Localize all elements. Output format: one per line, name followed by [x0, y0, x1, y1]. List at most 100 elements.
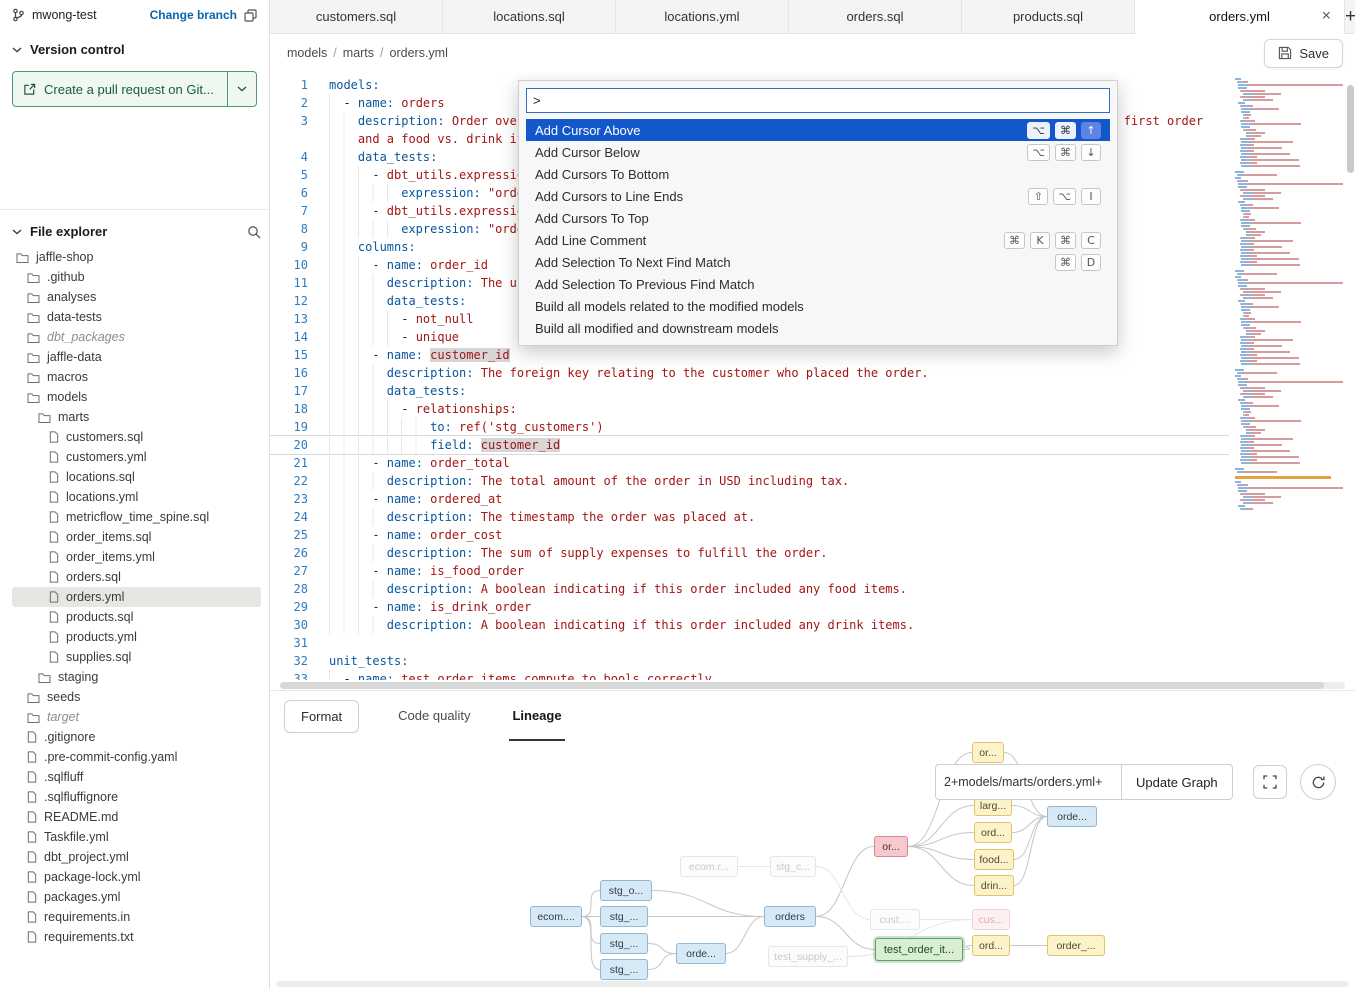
code-line[interactable]: 25- name: order_cost	[270, 526, 1229, 544]
new-tab-button[interactable]: +	[1345, 0, 1355, 33]
tree-folder-jaffle-data[interactable]: jaffle-data	[12, 347, 261, 367]
tree-file-customers.sql[interactable]: customers.sql	[12, 427, 261, 447]
lineage-selector-input[interactable]	[935, 764, 1121, 800]
tree-file-README.md[interactable]: README.md	[12, 807, 261, 827]
close-tab-icon[interactable]: ×	[1322, 7, 1331, 25]
tree-file-customers.yml[interactable]: customers.yml	[12, 447, 261, 467]
lineage-node-ordy[interactable]: order_...	[1047, 935, 1105, 956]
lineage-canvas[interactable]: or...larg...ord...food...drin...orde...o…	[270, 741, 1355, 989]
tree-folder-analyses[interactable]: analyses	[12, 287, 261, 307]
lineage-node-orders[interactable]: orders	[764, 906, 816, 927]
lineage-node-tord[interactable]: test_order_it...	[875, 938, 963, 961]
tab-code-quality[interactable]: Code quality	[395, 691, 473, 741]
tab-lineage[interactable]: Lineage	[509, 691, 564, 741]
lineage-node-stg_1[interactable]: stg_...	[600, 906, 648, 927]
tree-folder-seeds[interactable]: seeds	[12, 687, 261, 707]
lineage-node-or_top[interactable]: or...	[972, 742, 1004, 763]
code-line[interactable]: 31	[270, 634, 1229, 652]
lineage-node-ecom_r[interactable]: ecom.r...	[680, 856, 738, 877]
palette-item[interactable]: Build all modified and downstream models	[526, 317, 1110, 339]
create-pr-dropdown-button[interactable]	[227, 72, 256, 106]
tree-file-products.yml[interactable]: products.yml	[12, 627, 261, 647]
tree-folder-models[interactable]: models	[12, 387, 261, 407]
save-button[interactable]: Save	[1264, 39, 1343, 68]
editor-tab-customers.sql[interactable]: customers.sql	[270, 0, 443, 33]
palette-item[interactable]: Add Cursor Above⌥⌘↑	[526, 119, 1110, 141]
code-line[interactable]: 27- name: is_food_order	[270, 562, 1229, 580]
horizontal-scrollbar[interactable]	[280, 682, 1345, 689]
lineage-node-ecom[interactable]: ecom....	[530, 906, 582, 927]
editor-tab-orders.yml[interactable]: orders.yml×	[1135, 0, 1345, 34]
palette-item[interactable]: Add Cursors To Top	[526, 207, 1110, 229]
lineage-node-orde_b[interactable]: orde...	[676, 943, 726, 964]
tree-folder-marts[interactable]: marts	[12, 407, 261, 427]
lineage-node-drin[interactable]: drin...	[974, 875, 1014, 896]
code-line[interactable]: 24description: The timestamp the order w…	[270, 508, 1229, 526]
lineage-node-ord_b2[interactable]: ord...	[972, 935, 1010, 956]
code-line[interactable]: 19to: ref('stg_customers')	[270, 418, 1229, 436]
tree-file-supplies.sql[interactable]: supplies.sql	[12, 647, 261, 667]
code-line[interactable]: 20field: customer_id	[270, 436, 1229, 454]
code-line[interactable]: 30description: A boolean indicating if t…	[270, 616, 1229, 634]
code-line[interactable]: 32unit_tests:	[270, 652, 1229, 670]
lineage-node-stg_c[interactable]: stg_c...	[770, 856, 816, 877]
horizontal-scrollbar-thumb[interactable]	[280, 682, 1324, 689]
lineage-node-stg_3[interactable]: stg_...	[600, 959, 648, 980]
lineage-node-or_pink[interactable]: or...	[874, 836, 908, 857]
tree-file-order_items.sql[interactable]: order_items.sql	[12, 527, 261, 547]
refresh-graph-button[interactable]	[1300, 764, 1336, 800]
tree-folder-jaffle-shop[interactable]: jaffle-shop	[12, 247, 261, 267]
code-line[interactable]: 16description: The foreign key relating …	[270, 364, 1229, 382]
format-button[interactable]: Format	[284, 700, 359, 733]
lineage-node-cust[interactable]: cust....	[870, 909, 920, 930]
palette-item[interactable]: Add Line Comment⌘K⌘C	[526, 229, 1110, 251]
create-pr-button[interactable]: Create a pull request on Git...	[13, 72, 227, 106]
tree-file-requirements.txt[interactable]: requirements.txt	[12, 927, 261, 947]
lineage-node-tsup[interactable]: test_supply_...	[768, 946, 848, 967]
palette-item[interactable]: Add Selection To Previous Find Match	[526, 273, 1110, 295]
code-line[interactable]: 21- name: order_total	[270, 454, 1229, 472]
editor-tab-orders.sql[interactable]: orders.sql	[789, 0, 962, 33]
editor-tab-products.sql[interactable]: products.sql	[962, 0, 1135, 33]
tree-file-requirements.in[interactable]: requirements.in	[12, 907, 261, 927]
tree-folder-staging[interactable]: staging	[12, 667, 261, 687]
lineage-node-orde_tr[interactable]: orde...	[1047, 806, 1097, 827]
lineage-node-ord_a[interactable]: ord...	[974, 822, 1012, 843]
code-line[interactable]: 17data_tests:	[270, 382, 1229, 400]
lineage-node-stg_2[interactable]: stg_...	[600, 933, 648, 954]
tree-file-products.sql[interactable]: products.sql	[12, 607, 261, 627]
tree-folder-macros[interactable]: macros	[12, 367, 261, 387]
palette-item[interactable]: Add Cursor Below⌥⌘↓	[526, 141, 1110, 163]
tree-file-.pre-commit-config.yaml[interactable]: .pre-commit-config.yaml	[12, 747, 261, 767]
version-control-header[interactable]: Version control	[12, 36, 257, 63]
tree-file-.sqlfluff[interactable]: .sqlfluff	[12, 767, 261, 787]
code-line[interactable]: 23- name: ordered_at	[270, 490, 1229, 508]
lineage-node-stg_o[interactable]: stg_o...	[600, 880, 652, 901]
tree-file-orders.sql[interactable]: orders.sql	[12, 567, 261, 587]
lineage-node-cusp[interactable]: cus...	[972, 909, 1010, 930]
lineage-horizontal-scrollbar[interactable]	[276, 981, 1349, 987]
tree-folder-target[interactable]: target	[12, 707, 261, 727]
tree-file-locations.sql[interactable]: locations.sql	[12, 467, 261, 487]
breadcrumb-item[interactable]: marts	[343, 46, 374, 60]
tree-file-metricflow_time_spine.sql[interactable]: metricflow_time_spine.sql	[12, 507, 261, 527]
tree-file-locations.yml[interactable]: locations.yml	[12, 487, 261, 507]
code-line[interactable]: 28description: A boolean indicating if t…	[270, 580, 1229, 598]
code-line[interactable]: 18- relationships:	[270, 400, 1229, 418]
tree-folder-.github[interactable]: .github	[12, 267, 261, 287]
breadcrumb-item[interactable]: models	[287, 46, 327, 60]
breadcrumb-item[interactable]: orders.yml	[390, 46, 448, 60]
tree-file-package-lock.yml[interactable]: package-lock.yml	[12, 867, 261, 887]
tree-file-dbt_project.yml[interactable]: dbt_project.yml	[12, 847, 261, 867]
vertical-scrollbar[interactable]	[1347, 85, 1354, 173]
palette-item[interactable]: Add Cursors To Bottom	[526, 163, 1110, 185]
copy-icon[interactable]	[244, 9, 257, 22]
editor-tab-locations.yml[interactable]: locations.yml	[616, 0, 789, 33]
palette-item[interactable]: Add Cursors to Line Ends⇧⌥I	[526, 185, 1110, 207]
tree-file-.sqlfluffignore[interactable]: .sqlfluffignore	[12, 787, 261, 807]
change-branch-link[interactable]: Change branch	[150, 8, 237, 22]
code-line[interactable]: 29- name: is_drink_order	[270, 598, 1229, 616]
lineage-node-food[interactable]: food...	[974, 849, 1014, 870]
tree-folder-dbt_packages[interactable]: dbt_packages	[12, 327, 261, 347]
palette-item[interactable]: Build all models related to the modified…	[526, 295, 1110, 317]
